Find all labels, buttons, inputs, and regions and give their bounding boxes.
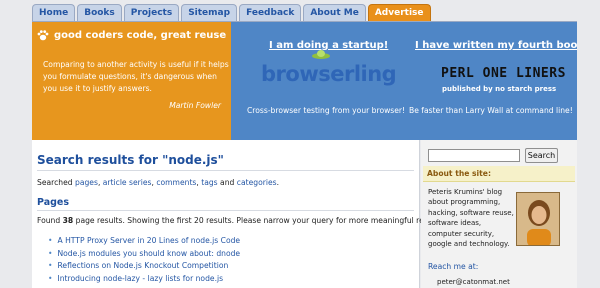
result-link[interactable]: Introducing node-lazy - lazy lists for n…: [48, 273, 240, 286]
page-margin: [577, 0, 600, 288]
found-count: 38: [62, 216, 74, 225]
found-prefix: Found: [37, 216, 61, 225]
reach-label: Reach me at:: [428, 262, 479, 271]
paw-icon: [37, 30, 49, 41]
book-title[interactable]: PERL ONE LINERS: [441, 66, 566, 81]
result-link[interactable]: A HTTP Proxy Server in 20 Lines of node.…: [48, 235, 240, 248]
book-caption: Be faster than Larry Wall at command lin…: [409, 106, 573, 115]
result-link[interactable]: Reflections on Node.js Knockout Competit…: [48, 260, 240, 273]
ufo-icon: [312, 50, 330, 59]
searched-link-article-series[interactable]: article series: [103, 178, 152, 187]
startup-caption: Cross-browser testing from your browser!: [247, 106, 406, 115]
found-suffix: page results. Showing the first 20 resul…: [75, 216, 445, 225]
contact-email[interactable]: peter@catonmat.net: [437, 278, 510, 286]
results-list: A HTTP Proxy Server in 20 Lines of node.…: [48, 235, 240, 285]
title-divider: [37, 170, 414, 171]
pages-heading: Pages: [37, 197, 70, 208]
about-heading: About the site:: [423, 166, 575, 182]
searched-link-tags[interactable]: tags: [201, 178, 217, 187]
author-photo: [516, 192, 560, 246]
header-quote: Comparing to another activity is useful …: [43, 60, 229, 93]
tab-home[interactable]: Home: [32, 4, 76, 22]
searched-line: Searched pages, article series, comments…: [37, 178, 279, 187]
browserling-wordmark: browserling: [261, 62, 397, 86]
header-promo-panel: I am doing a startup! browserling Cross-…: [231, 22, 589, 140]
search-button[interactable]: Search: [525, 148, 558, 163]
searched-link-categories[interactable]: categories: [237, 178, 277, 187]
author-portrait-icon: [517, 193, 559, 245]
search-input[interactable]: [428, 149, 520, 162]
header-quote-panel: good coders code, great reuse Comparing …: [32, 22, 231, 140]
sidebar: Search About the site: Peteris Krumins' …: [421, 140, 577, 288]
brand-title: good coders code, great reuse: [54, 29, 227, 41]
tab-feedback[interactable]: Feedback: [239, 4, 302, 22]
tab-books[interactable]: Books: [77, 4, 122, 22]
results-summary: Found 38 page results. Showing the first…: [37, 216, 444, 225]
browserling-logo[interactable]: browserling: [261, 50, 397, 86]
searched-link-comments[interactable]: comments: [156, 178, 196, 187]
result-link[interactable]: Node.js modules you should know about: d…: [48, 248, 240, 261]
tab-sitemap[interactable]: Sitemap: [181, 4, 238, 22]
book-publisher: published by no starch press: [442, 85, 557, 93]
searched-link-pages[interactable]: pages: [75, 178, 98, 187]
tab-projects[interactable]: Projects: [123, 4, 180, 22]
book-headline-link[interactable]: I have written my fourth book!: [415, 40, 589, 51]
pages-divider: [37, 210, 414, 211]
quote-author: Martin Fowler: [169, 101, 221, 110]
site-brand[interactable]: good coders code, great reuse: [36, 28, 226, 42]
about-text: Peteris Krumins' blog about programming,…: [428, 188, 514, 249]
top-nav: Home Books Projects Sitemap Feedback Abo…: [32, 4, 431, 22]
tab-about-me[interactable]: About Me: [303, 4, 366, 22]
site-header: good coders code, great reuse Comparing …: [32, 22, 589, 140]
tab-advertise[interactable]: Advertise: [367, 4, 431, 22]
main-content: Search results for "node.js" Searched pa…: [32, 140, 444, 288]
searched-prefix: Searched: [37, 178, 73, 187]
page-title: Search results for "node.js": [37, 153, 224, 167]
